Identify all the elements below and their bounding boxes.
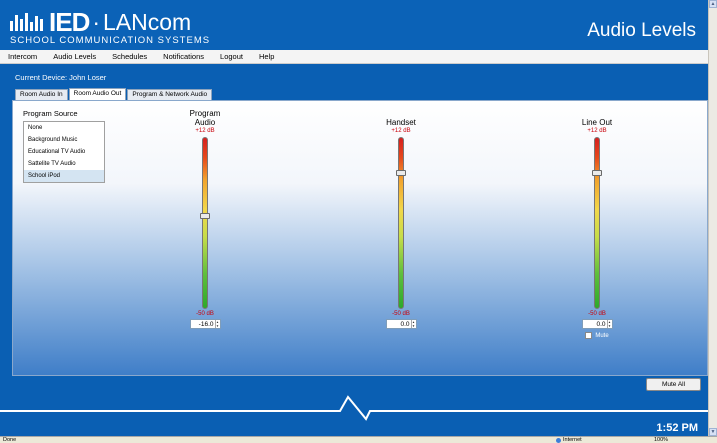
clock-time: 1:52 PM	[656, 422, 698, 434]
spin-arrows-icon[interactable]: ▲ ▼	[410, 320, 416, 328]
fader-program-audio: Program Audio +12 dB -50 dB -16.0 ▲ ▼	[165, 109, 245, 329]
fader-title: Program Audio	[189, 109, 221, 127]
fader-min-label: -50 dB	[392, 311, 410, 317]
mute-control[interactable]: Mute	[557, 332, 637, 339]
zoom-level[interactable]: 100%	[654, 437, 668, 443]
logo-lancom: LANcom	[103, 8, 192, 35]
fader-max-label: +12 dB	[195, 128, 215, 134]
logo-separator: ·	[92, 8, 101, 35]
spin-arrows-icon[interactable]: ▲ ▼	[214, 320, 220, 328]
tab-program-network-audio[interactable]: Program & Network Audio	[127, 89, 213, 100]
level-slider-track[interactable]	[200, 137, 210, 309]
internet-globe-icon	[556, 437, 561, 443]
program-source-option[interactable]: None	[24, 122, 104, 134]
fader-handset: Handset +12 dB -50 dB 0.0 ▲ ▼	[361, 109, 441, 329]
menu-audio-levels[interactable]: Audio Levels	[53, 52, 96, 61]
program-source-title: Program Source	[23, 109, 78, 118]
footer-bar: 1:52 PM	[0, 393, 708, 436]
fader-title: Line Out	[581, 118, 613, 127]
menu-schedules[interactable]: Schedules	[112, 52, 147, 61]
level-value-input[interactable]: 0.0	[583, 321, 607, 328]
program-source-option[interactable]: Sattelite TV Audio	[24, 158, 104, 170]
level-spinbox[interactable]: -16.0 ▲ ▼	[189, 319, 221, 329]
level-slider-track[interactable]	[396, 137, 406, 309]
program-source-list[interactable]: None Background Music Educational TV Aud…	[23, 121, 105, 183]
logo-tagline: SCHOOL COMMUNICATION SYSTEMS	[10, 35, 211, 46]
browser-scrollbar[interactable]: ▲ ▼	[708, 0, 717, 436]
level-value-input[interactable]: -16.0	[191, 321, 215, 328]
logo-ied: IED	[49, 6, 90, 37]
level-slider-thumb[interactable]	[592, 170, 602, 176]
scroll-down-icon[interactable]: ▼	[709, 428, 717, 436]
level-value-input[interactable]: 0.0	[387, 321, 411, 328]
app-header: IED · LANcom SCHOOL COMMUNICATION SYSTEM…	[0, 0, 708, 50]
level-spinbox[interactable]: 0.0 ▲ ▼	[581, 319, 613, 329]
level-slider-thumb[interactable]	[396, 170, 406, 176]
mute-all-button[interactable]: Mute All	[646, 378, 701, 391]
tab-bar: Room Audio In Room Audio Out Program & N…	[15, 88, 213, 100]
security-zone: Internet	[556, 437, 582, 443]
spin-arrows-icon[interactable]: ▲ ▼	[606, 320, 612, 328]
mute-checkbox[interactable]	[585, 332, 593, 339]
tab-room-audio-in[interactable]: Room Audio In	[15, 89, 68, 100]
iedlancom-logo: IED · LANcom SCHOOL COMMUNICATION SYSTEM…	[10, 7, 210, 46]
page-title: Audio Levels	[587, 20, 696, 41]
footer-wave-line	[0, 395, 708, 421]
scroll-up-icon[interactable]: ▲	[709, 0, 717, 8]
menu-notifications[interactable]: Notifications	[163, 52, 204, 61]
fader-min-label: -50 dB	[196, 311, 214, 317]
main-menu: Intercom Audio Levels Schedules Notifica…	[0, 50, 708, 64]
fader-title: Handset	[386, 118, 416, 127]
menu-intercom[interactable]: Intercom	[8, 52, 37, 61]
status-text: Done	[3, 437, 17, 443]
fader-max-label: +12 dB	[391, 128, 411, 134]
program-source-option[interactable]: Background Music	[24, 134, 104, 146]
fader-max-label: +12 dB	[587, 128, 607, 134]
audio-levels-panel: Program Source None Background Music Edu…	[12, 100, 708, 376]
fader-min-label: -50 dB	[588, 311, 606, 317]
fader-line-out: Line Out +12 dB -50 dB 0.0 ▲ ▼ Mute	[557, 109, 637, 339]
program-source-option[interactable]: Educational TV Audio	[24, 146, 104, 158]
current-device-label: Current Device: John Loser	[15, 73, 107, 82]
program-source-option-selected[interactable]: School iPod	[24, 170, 104, 182]
menu-help[interactable]: Help	[259, 52, 274, 61]
level-slider-track[interactable]	[592, 137, 602, 309]
level-spinbox[interactable]: 0.0 ▲ ▼	[385, 319, 417, 329]
mute-label: Mute	[595, 332, 609, 339]
level-slider-thumb[interactable]	[200, 213, 210, 219]
tab-room-audio-out[interactable]: Room Audio Out	[68, 88, 127, 100]
menu-logout[interactable]: Logout	[220, 52, 243, 61]
browser-status-bar: Done Internet 100%	[0, 436, 717, 443]
logo-bars-icon	[10, 13, 43, 31]
